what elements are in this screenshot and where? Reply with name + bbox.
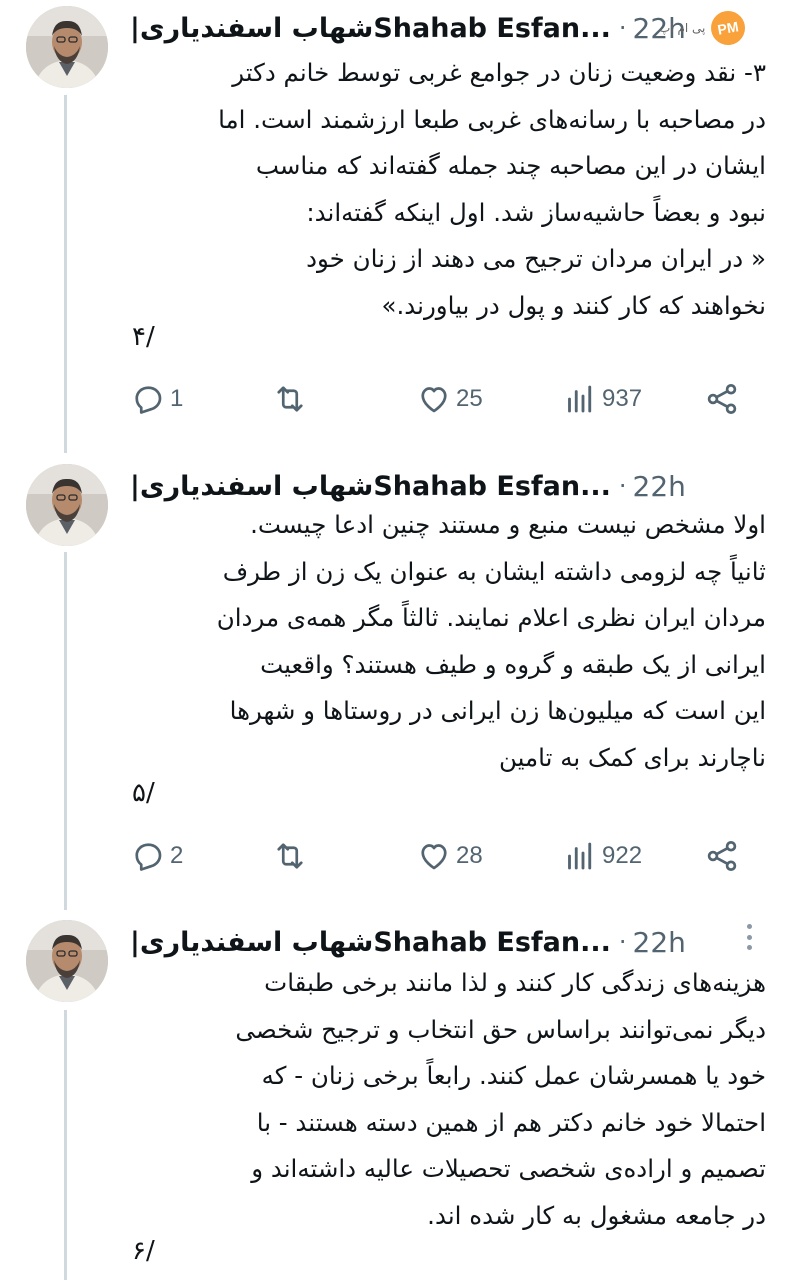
tweet-line: ثانیاً چه لزومی داشته ایشان به عنوان یک … [222, 556, 766, 586]
separator-dot: · [618, 472, 627, 500]
thread-counter: ۴/ [132, 322, 155, 352]
author-name-en[interactable]: Shahab Esfan... [373, 471, 611, 502]
tweet-line: نبود و بعضاً حاشیه‌ساز شد. اول اینکه گفت… [306, 197, 766, 227]
tweet-text: اولا مشخص نیست منبع و مستند چنین ادعا چی… [130, 502, 766, 781]
tweet-line: ۳- نقد وضعیت زنان در جوامع غربی توسط خان… [232, 58, 766, 87]
tweet-text: هزینه‌های زندگی کار کنند و لذا مانند برخ… [130, 960, 766, 1239]
retweet-icon [277, 386, 303, 412]
share-icon [707, 841, 737, 871]
watermark-badge: PM [708, 8, 749, 48]
like-count: 25 [456, 385, 483, 412]
share-button[interactable] [704, 836, 740, 876]
watermark-text: پی ام اپ [659, 21, 706, 35]
tweet-header: شهاب اسفندیاری| Shahab Esfan... · 22h [130, 924, 710, 960]
like-button[interactable]: 28 [416, 836, 483, 876]
reply-count: 2 [170, 842, 184, 869]
views-count: 922 [602, 842, 643, 869]
tweet-line: اولا مشخص نیست منبع و مستند چنین ادعا چی… [250, 510, 766, 539]
reply-icon [135, 386, 162, 414]
tweet-actions: 1 25 937 [130, 379, 750, 419]
tweet-line: در مصاحبه با رسانه‌های غربی طبعا ارزشمند… [218, 104, 766, 134]
author-name-fa[interactable]: شهاب اسفندیاری| [130, 927, 373, 958]
like-count: 28 [456, 842, 483, 869]
like-button[interactable]: 25 [416, 379, 483, 419]
tweet-actions: 2 28 922 [130, 836, 750, 876]
tweet-time[interactable]: 22h [633, 470, 686, 503]
retweet-button[interactable] [272, 379, 312, 419]
author-name-fa[interactable]: شهاب اسفندیاری| [130, 13, 373, 44]
avatar[interactable] [26, 920, 108, 1002]
tweet-line: مردان ایران نظری اعلام نمایند. ثالثاً مگ… [216, 603, 766, 632]
views-icon [568, 385, 592, 413]
avatar-photo-icon [26, 6, 108, 88]
tweet[interactable]: شهاب اسفندیاری| Shahab Esfan... · 22h پی… [0, 4, 791, 444]
separator-dot: · [618, 14, 627, 42]
tweet-line: ناچارند برای کمک به تامین [498, 742, 766, 772]
tweet-line: ایشان در این مصاحبه چند جمله گفته‌اند که… [255, 151, 766, 180]
views-button[interactable]: 922 [562, 836, 642, 876]
thread-counter: ۵/ [132, 778, 155, 808]
thread-counter: ۶/ [132, 1236, 155, 1266]
avatar[interactable] [26, 464, 108, 546]
tweet-line: احتمالا خود خانم دکتر هم از همین دسته هس… [256, 1107, 766, 1137]
more-options-icon[interactable] [745, 924, 753, 950]
tweet-line: هزینه‌های زندگی کار کنند و لذا مانند برخ… [264, 968, 766, 997]
heart-icon [421, 387, 447, 413]
reply-count: 1 [170, 385, 184, 412]
views-icon [568, 842, 592, 870]
avatar-photo-icon [26, 920, 108, 1002]
tweet-line: تصمیم و اراده‌ی شخصی تحصیلات عالیه داشته… [251, 1154, 766, 1183]
tweet-line: ایرانی از یک طبقه و گروه و طیف هستند؟ وا… [260, 649, 766, 679]
tweet-line: نخواهند که کار کنند و پول در بیاورند.» [381, 290, 767, 320]
watermark-logo: پی ام اپ PM [659, 8, 769, 48]
author-name-en[interactable]: Shahab Esfan... [373, 927, 611, 958]
author-name-en[interactable]: Shahab Esfan... [373, 13, 611, 44]
tweet-text: ۳- نقد وضعیت زنان در جوامع غربی توسط خان… [130, 50, 766, 329]
reply-button[interactable]: 2 [130, 836, 183, 876]
tweet-header: شهاب اسفندیاری| Shahab Esfan... · 22h [130, 468, 710, 504]
views-count: 937 [602, 385, 643, 412]
tweet[interactable]: شهاب اسفندیاری| Shahab Esfan... · 22h هز… [0, 918, 791, 1280]
tweet-line: « در ایران مردان ترجیح می دهند از زنان خ… [306, 244, 766, 273]
tweet-header: شهاب اسفندیاری| Shahab Esfan... · 22h [130, 10, 710, 46]
tweet-line: خود یا همسرشان عمل کنند. رابعاً برخی زنا… [261, 1061, 766, 1090]
avatar[interactable] [26, 6, 108, 88]
tweet[interactable]: شهاب اسفندیاری| Shahab Esfan... · 22h او… [0, 462, 791, 902]
tweet-time[interactable]: 22h [633, 926, 686, 959]
separator-dot: · [618, 928, 627, 956]
retweet-icon [277, 843, 303, 869]
heart-icon [421, 844, 447, 870]
share-button[interactable] [704, 379, 740, 419]
share-icon [707, 384, 737, 414]
reply-icon [135, 843, 162, 871]
reply-button[interactable]: 1 [130, 379, 183, 419]
tweet-line: دیگر نمی‌توانند براساس حق انتخاب و ترجیح… [235, 1014, 766, 1044]
avatar-photo-icon [26, 464, 108, 546]
tweet-line: این است که میلیون‌ها زن ایرانی در روستاه… [229, 696, 766, 725]
views-button[interactable]: 937 [562, 379, 642, 419]
author-name-fa[interactable]: شهاب اسفندیاری| [130, 471, 373, 502]
retweet-button[interactable] [272, 836, 312, 876]
tweet-line: در جامعه مشغول به کار شده اند. [427, 1200, 766, 1230]
